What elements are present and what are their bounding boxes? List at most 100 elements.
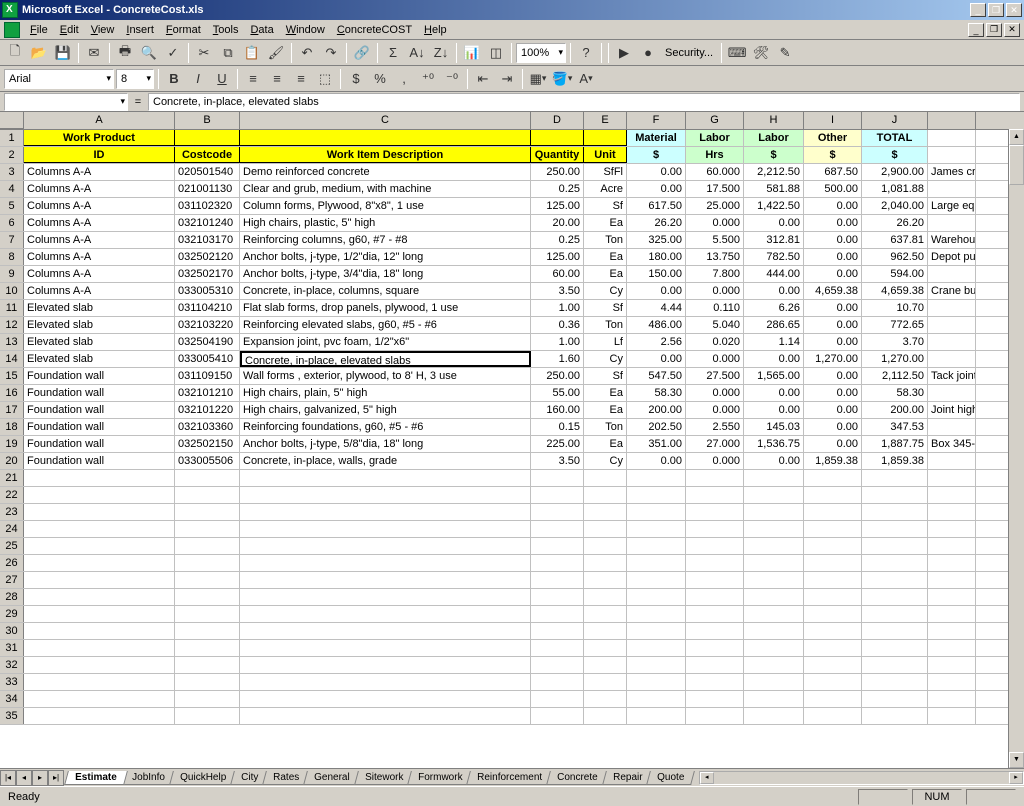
cell[interactable] xyxy=(24,521,175,537)
cell[interactable] xyxy=(686,640,744,656)
cell[interactable] xyxy=(175,130,240,146)
cell[interactable] xyxy=(24,657,175,673)
cell[interactable] xyxy=(804,606,862,622)
row-header[interactable]: 24 xyxy=(0,521,24,537)
row-header[interactable]: 26 xyxy=(0,555,24,571)
cell[interactable]: 13.750 xyxy=(686,249,744,265)
cell[interactable] xyxy=(175,691,240,707)
percent-button[interactable]: % xyxy=(369,68,391,90)
menu-edit[interactable]: Edit xyxy=(54,22,85,38)
review-button[interactable]: ✎ xyxy=(774,42,796,64)
cell[interactable]: 032101220 xyxy=(175,402,240,418)
cell[interactable]: Cy xyxy=(584,453,627,469)
cell[interactable]: 031109150 xyxy=(175,368,240,384)
cell[interactable] xyxy=(175,555,240,571)
row-header[interactable]: 18 xyxy=(0,419,24,435)
cell[interactable] xyxy=(862,691,928,707)
cell[interactable] xyxy=(686,708,744,724)
row-header[interactable]: 15 xyxy=(0,368,24,384)
row-header[interactable]: 33 xyxy=(0,674,24,690)
cell[interactable]: 0.00 xyxy=(804,198,862,214)
cell[interactable] xyxy=(928,589,976,605)
cell[interactable] xyxy=(928,453,976,469)
doc-restore-button[interactable]: ❐ xyxy=(986,23,1002,37)
vertical-scrollbar[interactable]: ▲ ▼ xyxy=(1008,129,1024,768)
cell[interactable]: 200.00 xyxy=(627,402,686,418)
cell[interactable]: Ea xyxy=(584,385,627,401)
cell[interactable] xyxy=(804,555,862,571)
menu-data[interactable]: Data xyxy=(244,22,279,38)
cell[interactable]: Depot purc xyxy=(928,249,976,265)
cell[interactable] xyxy=(686,606,744,622)
cell[interactable] xyxy=(531,691,584,707)
cell[interactable] xyxy=(175,521,240,537)
cell[interactable] xyxy=(627,521,686,537)
cell[interactable] xyxy=(175,640,240,656)
row-header[interactable]: 1 xyxy=(0,130,24,146)
cell[interactable]: 962.50 xyxy=(862,249,928,265)
row-header[interactable]: 12 xyxy=(0,317,24,333)
row-header[interactable]: 11 xyxy=(0,300,24,316)
cell[interactable] xyxy=(240,504,531,520)
cell[interactable] xyxy=(862,589,928,605)
cell[interactable]: 225.00 xyxy=(531,436,584,452)
col-header-F[interactable]: F xyxy=(627,112,686,129)
sheet-tab-jobinfo[interactable]: JobInfo xyxy=(121,771,176,785)
cell[interactable] xyxy=(862,521,928,537)
sheet-tab-estimate[interactable]: Estimate xyxy=(64,771,127,785)
cell[interactable] xyxy=(928,674,976,690)
cell[interactable]: 20.00 xyxy=(531,215,584,231)
row-header[interactable]: 35 xyxy=(0,708,24,724)
cell[interactable]: 0.00 xyxy=(804,436,862,452)
cell[interactable]: Warehouse xyxy=(928,232,976,248)
cell[interactable]: 033005506 xyxy=(175,453,240,469)
cell[interactable]: 687.50 xyxy=(804,164,862,180)
indentl-button[interactable]: ⇤ xyxy=(472,68,494,90)
row-header[interactable]: 17 xyxy=(0,402,24,418)
cell[interactable]: 033005410 xyxy=(175,351,240,367)
cell[interactable] xyxy=(862,470,928,486)
cell[interactable] xyxy=(240,623,531,639)
cell[interactable] xyxy=(804,691,862,707)
italic-button[interactable]: I xyxy=(187,68,209,90)
cell[interactable] xyxy=(627,708,686,724)
cell[interactable]: Quantity xyxy=(531,147,584,163)
cell[interactable] xyxy=(627,623,686,639)
cell[interactable] xyxy=(862,555,928,571)
open-button[interactable]: 📂 xyxy=(28,42,50,64)
cell[interactable] xyxy=(175,674,240,690)
cell[interactable] xyxy=(744,504,804,520)
mail-button[interactable]: ✉ xyxy=(83,42,105,64)
cell[interactable]: 160.00 xyxy=(531,402,584,418)
cell[interactable] xyxy=(744,572,804,588)
cell[interactable]: 0.00 xyxy=(804,368,862,384)
cell[interactable]: 325.00 xyxy=(627,232,686,248)
cell[interactable] xyxy=(928,538,976,554)
cell[interactable]: 547.50 xyxy=(627,368,686,384)
cell[interactable] xyxy=(24,674,175,690)
cell[interactable] xyxy=(744,555,804,571)
row-header[interactable]: 25 xyxy=(0,538,24,554)
cell[interactable]: 0.00 xyxy=(627,164,686,180)
cell[interactable]: Concrete, in-place, columns, square xyxy=(240,283,531,299)
row-header[interactable]: 19 xyxy=(0,436,24,452)
cell[interactable] xyxy=(531,572,584,588)
cell[interactable]: 032103170 xyxy=(175,232,240,248)
row-header[interactable]: 34 xyxy=(0,691,24,707)
cell[interactable] xyxy=(686,589,744,605)
cell[interactable]: 0.00 xyxy=(804,215,862,231)
cell[interactable] xyxy=(686,674,744,690)
cell[interactable]: 150.00 xyxy=(627,266,686,282)
save-button[interactable]: 💾 xyxy=(52,42,74,64)
cell[interactable] xyxy=(531,657,584,673)
cell[interactable] xyxy=(804,640,862,656)
cell[interactable]: 1.00 xyxy=(531,334,584,350)
cell[interactable] xyxy=(686,572,744,588)
cell[interactable] xyxy=(862,572,928,588)
cell[interactable] xyxy=(584,538,627,554)
cell[interactable] xyxy=(24,487,175,503)
print-button[interactable]: 🖶 xyxy=(114,42,136,64)
cell[interactable]: 0.25 xyxy=(531,181,584,197)
scroll-down-button[interactable]: ▼ xyxy=(1009,752,1024,768)
cell[interactable]: 3.50 xyxy=(531,283,584,299)
